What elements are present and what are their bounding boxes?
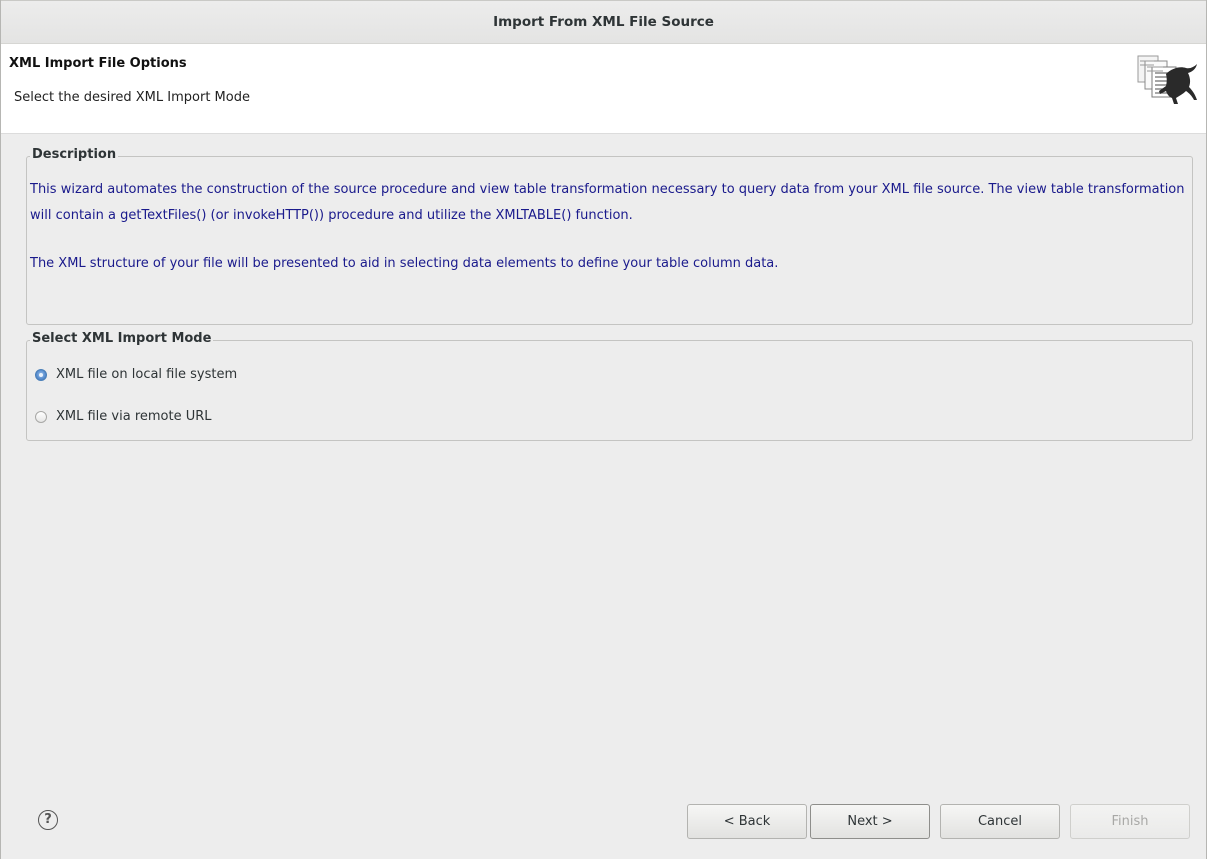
description-legend: Description <box>30 147 119 162</box>
window-title: Import From XML File Source <box>1 0 1206 44</box>
radio-remote-url[interactable]: XML file via remote URL <box>35 409 212 424</box>
description-text: This wizard automates the construction o… <box>30 177 1186 277</box>
cancel-button[interactable]: Cancel <box>940 804 1060 839</box>
radio-button-checked[interactable] <box>35 368 47 381</box>
description-paragraph-1: This wizard automates the construction o… <box>30 182 1185 223</box>
import-mode-legend: Select XML Import Mode <box>30 331 214 346</box>
wizard-banner: XML Import File Options Select the desir… <box>1 44 1206 134</box>
help-icon[interactable]: ? <box>38 810 58 830</box>
banner-subtitle: Select the desired XML Import Mode <box>14 90 250 105</box>
radio-button-unchecked[interactable] <box>35 410 47 423</box>
import-mode-group: Select XML Import Mode XML file on local… <box>26 331 1193 441</box>
description-group: Description This wizard automates the co… <box>26 147 1193 325</box>
description-paragraph-2: The XML structure of your file will be p… <box>30 256 779 271</box>
finish-button[interactable]: Finish <box>1070 804 1190 839</box>
back-button[interactable]: < Back <box>687 804 807 839</box>
wizard-window: Import From XML File Source XML Import F… <box>0 0 1207 859</box>
banner-title: XML Import File Options <box>9 56 187 71</box>
radio-label-local: XML file on local file system <box>56 367 238 382</box>
next-button[interactable]: Next > <box>810 804 930 839</box>
radio-label-remote: XML file via remote URL <box>56 409 212 424</box>
documents-lizard-icon <box>1137 55 1197 104</box>
radio-local-file-system[interactable]: XML file on local file system <box>35 367 237 382</box>
